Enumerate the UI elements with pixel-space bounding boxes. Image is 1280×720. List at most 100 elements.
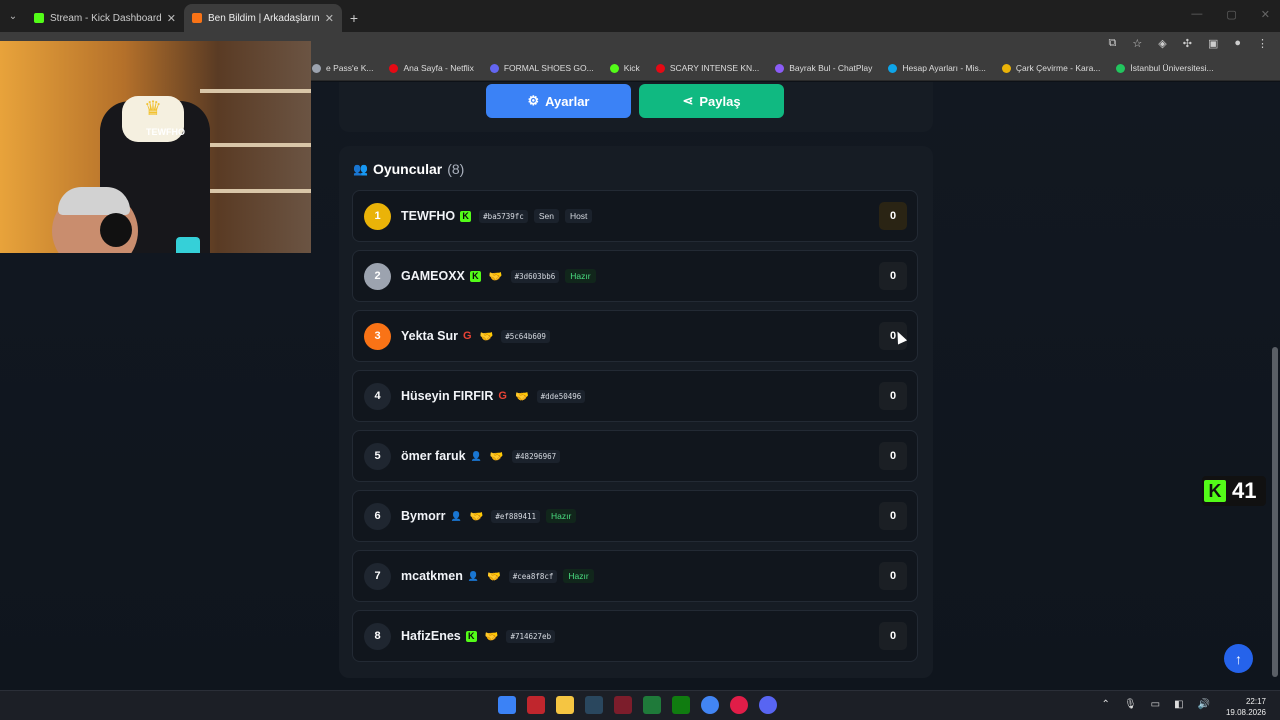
share-button[interactable]: ⋖ Paylaş [639,84,784,118]
guest-user-icon: 👤 [450,510,462,521]
tab-kick-dashboard[interactable]: Stream - Kick Dashboard ✕ [26,4,184,32]
app-icon[interactable] [643,696,661,714]
player-rank: 8 [364,622,391,650]
bookmark-item[interactable]: Kick [609,63,640,73]
microphone-icon[interactable]: 🎙 [1124,699,1137,710]
taskbar-apps [498,696,777,714]
scroll-top-button[interactable]: ↑ [1224,644,1253,673]
players-count: (8) [447,161,465,177]
player-row[interactable]: 4 Hüseyin FIRFIR G 🤝 #dde50496 0 [352,370,918,422]
player-row[interactable]: 2 GAMEOXX K 🤝 #3d603bb6 Hazır 0 [352,250,918,302]
player-name: HafizEnes [401,629,461,643]
close-window-icon[interactable]: ✕ [1261,8,1270,21]
player-score: 0 [879,442,907,470]
app-icon[interactable] [730,696,748,714]
app-icon[interactable] [614,696,632,714]
player-row[interactable]: 6 Bymorr 👤 🤝 #ef889411 Hazır 0 [352,490,918,542]
handshake-icon: 🤝 [487,570,501,583]
bookmark-label: Ana Sayfa - Netflix [403,63,474,73]
volume-icon[interactable]: 🔊 [1198,699,1210,710]
chevron-up-icon[interactable]: ⌃ [1102,699,1110,710]
profile-avatar-icon[interactable]: ● [1234,37,1241,50]
install-app-icon[interactable]: ⧉ [1109,37,1117,50]
bookmark-label: FORMAL SHOES GO... [503,63,594,73]
player-row[interactable]: 3 Yekta Sur G 🤝 #5c64b609 0 [352,310,918,362]
bookmark-item[interactable]: Hesap Ayarları - Mis... [888,63,986,73]
shelf [200,89,311,93]
player-score: 0 [879,262,907,290]
player-code-badge: #3d603bb6 [510,269,560,283]
player-code-badge: #5c64b609 [501,329,550,343]
maximize-icon[interactable]: ▢ [1226,8,1236,21]
discord-icon[interactable] [759,696,777,714]
file-explorer-icon[interactable] [556,696,574,714]
translate-icon[interactable]: ▣ [1208,37,1218,50]
start-windows-icon[interactable] [498,696,516,714]
bookmark-item[interactable]: SCARY INTENSE KN... [655,63,759,73]
page-scrollbar[interactable] [1272,347,1278,677]
tab-title: Ben Bildim | Arkadaşlarınla Onli [208,12,319,24]
close-tab-icon[interactable]: ✕ [325,12,334,25]
minimize-icon[interactable]: — [1191,8,1202,21]
bookmark-item[interactable]: Bayrak Bul - ChatPlay [775,63,872,73]
clock-date: 19.08.2026 [1225,708,1266,717]
system-clock[interactable]: 22:17 19.08.2026 [1226,696,1266,718]
bookmark-label: Kick [623,63,640,73]
player-code-badge: #ef889411 [491,509,541,523]
google-logo-icon: G [498,390,507,402]
tab-search-chevron-icon[interactable]: ⌄ [0,0,26,32]
player-score: 0 [879,562,907,590]
tab-ben-bildim[interactable]: Ben Bildim | Arkadaşlarınla Onli ✕ [184,4,342,32]
player-row[interactable]: 8 HafizEnes K 🤝 #714627eb 0 [352,610,918,662]
player-code-badge: #dde50496 [536,389,586,403]
actions-card: ⚙ Ayarlar ⋖ Paylaş [339,82,933,132]
handshake-icon: 🤝 [469,510,484,523]
network-icon[interactable]: ◧ [1174,699,1183,710]
player-row[interactable]: 7 mcatkmen 👤 🤝 #cea8f8cf Hazır 0 [352,550,918,602]
clock-time: 22:17 [1245,697,1266,706]
player-code-badge: #ba5739fc [479,209,528,223]
share-label: Paylaş [699,93,741,109]
bookmark-item[interactable]: İstanbul Üniversitesi... [1116,63,1214,73]
player-row[interactable]: 5 ömer faruk 👤 🤝 #48296967 0 [352,430,918,482]
player-name: GAMEOXX [401,269,465,283]
bookmark-item[interactable]: Çark Çevirme - Kara... [1001,63,1100,73]
bookmark-item[interactable]: FORMAL SHOES GO... [489,63,594,73]
app-icon[interactable] [527,696,545,714]
xbox-icon[interactable] [672,696,690,714]
bookmark-favicon-icon [655,63,665,73]
google-logo-icon: G [462,330,472,342]
player-row[interactable]: 1 TEWFHO K #ba5739fc Sen Host 0 [352,190,918,242]
shelf [200,189,311,193]
players-header: 👥 Oyuncular (8) [353,161,464,177]
bookmark-favicon-icon [888,63,898,73]
chrome-icon[interactable] [701,696,719,714]
arrow-up-icon: ↑ [1235,650,1242,667]
bookmark-star-icon[interactable]: ☆ [1132,37,1142,50]
handshake-icon: 🤝 [489,450,504,463]
player-code-badge: #cea8f8cf [508,569,558,583]
ready-badge: Hazır [563,569,594,583]
tab-title: Stream - Kick Dashboard [50,12,161,24]
extension-shield-icon[interactable]: ◈ [1158,37,1166,50]
viewer-count: 41 [1232,478,1257,503]
player-code-badge: #714627eb [506,629,556,643]
settings-button[interactable]: ⚙ Ayarlar [486,84,631,118]
browser-tabstrip: ⌄ Stream - Kick Dashboard ✕ Ben Bildim |… [0,0,1280,32]
guest-user-icon: 👤 [467,570,480,581]
chair-logo-text: TEWFHO [146,127,185,137]
monitor-icon[interactable]: ▭ [1151,699,1160,710]
bookmark-favicon-icon [489,63,499,73]
player-rank: 1 [364,202,391,230]
steam-icon[interactable] [585,696,603,714]
kick-logo-icon: K [460,210,472,222]
bookmark-item[interactable]: e Pass'e K... [312,63,373,73]
close-tab-icon[interactable]: ✕ [167,12,176,25]
ready-badge: Hazır [565,269,596,283]
extensions-puzzle-icon[interactable]: ✣ [1183,37,1192,50]
menu-kebab-icon[interactable]: ⋮ [1257,37,1268,50]
new-tab-button[interactable]: + [342,4,366,32]
player-rank: 2 [364,262,391,290]
bookmark-item[interactable]: Ana Sayfa - Netflix [389,63,474,73]
bookmark-label: İstanbul Üniversitesi... [1130,63,1214,73]
